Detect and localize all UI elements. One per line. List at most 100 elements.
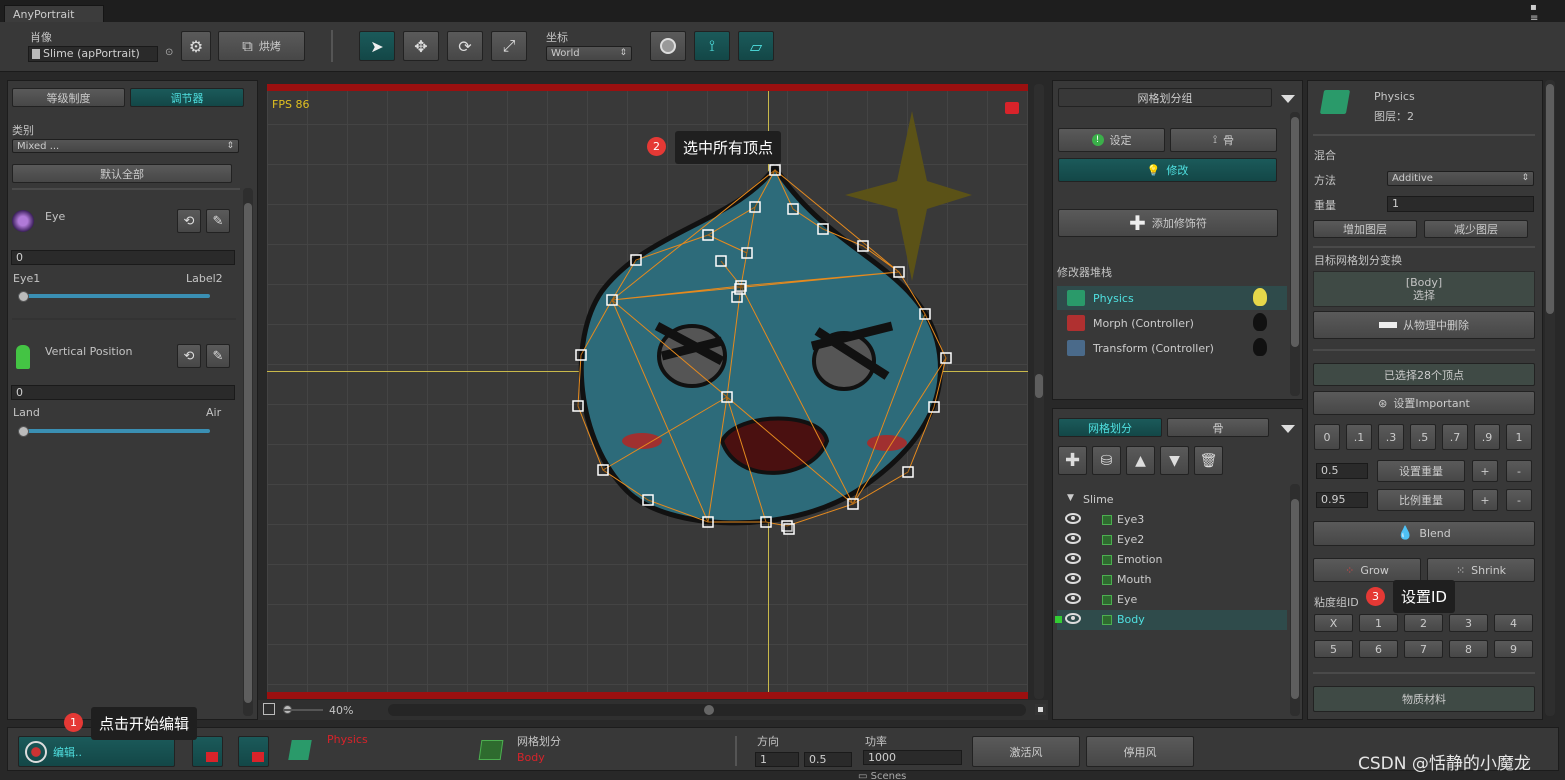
eye-visibility-icon[interactable] xyxy=(1065,593,1081,604)
vertex-handle[interactable] xyxy=(919,308,931,320)
vertex-handle[interactable] xyxy=(575,349,587,361)
controller-vertical-edit-button[interactable]: ✎ xyxy=(206,344,230,368)
window-menu-icon[interactable]: ▪ ≡ xyxy=(1530,2,1538,24)
weight-preset-3[interactable]: .3 xyxy=(1378,424,1404,450)
weight-preset-9[interactable]: .9 xyxy=(1474,424,1500,450)
add-mesh-button[interactable]: ✚ xyxy=(1058,446,1087,475)
vertex-handle[interactable] xyxy=(702,516,714,528)
vertex-handle[interactable] xyxy=(783,523,795,535)
edit-button[interactable]: 编辑.. xyxy=(18,736,175,767)
vertex-handle[interactable] xyxy=(893,266,905,278)
add-layer-button[interactable]: 增加图层 xyxy=(1313,220,1417,238)
mesh-list-collapse-icon[interactable] xyxy=(1281,425,1295,433)
vertex-handle[interactable] xyxy=(715,255,727,267)
weight-preset-7[interactable]: .7 xyxy=(1442,424,1468,450)
ratio-weight-field[interactable]: 0.95 xyxy=(1316,492,1368,508)
vertex-handle[interactable] xyxy=(847,498,859,510)
target-transform-box[interactable]: [Body] 选择 xyxy=(1313,271,1535,307)
tree-item-eye2[interactable]: Eye2 xyxy=(1057,530,1287,550)
viewport-vscroll-thumb[interactable] xyxy=(1035,374,1043,398)
left-scrollbar[interactable] xyxy=(243,188,253,716)
inspector-scrollbar-thumb[interactable] xyxy=(1546,84,1554,314)
add-modifier-button[interactable]: ✚ 添加修饰符 xyxy=(1058,209,1278,237)
move-up-button[interactable]: ▲ xyxy=(1126,446,1155,475)
modifier-row-transform[interactable]: Transform (Controller) xyxy=(1057,336,1287,360)
scenes-folder[interactable]: ▭ Scenes xyxy=(858,772,906,780)
vertex-handle[interactable] xyxy=(902,466,914,478)
vertex-handle[interactable] xyxy=(741,247,753,259)
viewport-vscroll[interactable] xyxy=(1034,84,1044,699)
weight-preset-5[interactable]: .5 xyxy=(1410,424,1436,450)
viscosity-id-2[interactable]: 2 xyxy=(1404,614,1443,632)
portrait-picker-icon[interactable]: ⊙ xyxy=(165,47,173,58)
viewport-hscroll[interactable] xyxy=(388,704,1026,716)
set-important-button[interactable]: ⊛ 设置Important xyxy=(1313,391,1535,415)
set-weight-field[interactable]: 0.5 xyxy=(1316,463,1368,479)
weight-preset-0[interactable]: 0 xyxy=(1314,424,1340,450)
mesh-group-collapse-icon[interactable] xyxy=(1281,95,1295,103)
vertex-handle[interactable] xyxy=(702,229,714,241)
modifier-row-physics[interactable]: Physics xyxy=(1057,286,1287,310)
tab-mesh[interactable]: 网格划分 xyxy=(1058,418,1162,437)
material-button[interactable]: 物质材料 xyxy=(1313,686,1535,712)
eye-visibility-icon[interactable] xyxy=(1065,573,1081,584)
bulb-on-icon[interactable] xyxy=(1253,288,1267,306)
bake-button[interactable]: ⧉ 烘烤 xyxy=(218,31,305,61)
eye-visibility-icon[interactable] xyxy=(1065,613,1081,624)
scale-tool-button[interactable]: ⤢ xyxy=(491,31,527,61)
vertex-handle[interactable] xyxy=(572,400,584,412)
vertex-handle[interactable] xyxy=(769,164,781,176)
viewport-hscroll-thumb[interactable] xyxy=(704,705,714,715)
mesh-visibility-button[interactable]: ▱ xyxy=(738,31,774,61)
method-select[interactable]: Additive xyxy=(1387,171,1534,186)
bulb-off-icon[interactable] xyxy=(1253,313,1267,331)
set-weight-plus-button[interactable]: + xyxy=(1472,460,1498,482)
set-weight-minus-button[interactable]: - xyxy=(1506,460,1532,482)
grow-button[interactable]: ⁘ Grow xyxy=(1313,558,1421,582)
vertex-handle[interactable] xyxy=(734,283,746,295)
settings-button[interactable]: ⚙ xyxy=(181,31,211,61)
viscosity-id-9[interactable]: 9 xyxy=(1494,640,1533,658)
controller-eye-slider[interactable] xyxy=(18,294,210,298)
controller-vertical-slider[interactable] xyxy=(18,429,210,433)
set-weight-button[interactable]: 设置重量 xyxy=(1377,460,1465,482)
tree-root[interactable]: ▼ Slime xyxy=(1057,490,1287,510)
zoom-slider[interactable] xyxy=(283,709,323,711)
direction-y-field[interactable]: 0.5 xyxy=(804,752,852,767)
ratio-weight-minus-button[interactable]: - xyxy=(1506,489,1532,511)
settings-tab-button[interactable]: ! 设定 xyxy=(1058,128,1165,152)
activate-wind-button[interactable]: 激活风 xyxy=(972,736,1080,767)
controller-vertical-slider-knob[interactable] xyxy=(18,426,29,437)
remove-layer-button[interactable]: 减少图层 xyxy=(1424,220,1528,238)
viewport-corner-icon[interactable] xyxy=(1035,704,1046,715)
tree-item-emotion[interactable]: Emotion xyxy=(1057,550,1287,570)
viewport[interactable]: FPS 86 xyxy=(267,84,1028,699)
viscosity-id-7[interactable]: 7 xyxy=(1404,640,1443,658)
tab-hierarchy[interactable]: 等级制度 xyxy=(12,88,125,107)
deactivate-wind-button[interactable]: 停用风 xyxy=(1086,736,1194,767)
mesh-group-scrollbar-thumb[interactable] xyxy=(1291,117,1299,347)
eye-visibility-icon[interactable] xyxy=(1065,533,1081,544)
duplicate-mesh-button[interactable]: ⛁ xyxy=(1092,446,1121,475)
move-down-button[interactable]: ▼ xyxy=(1160,446,1189,475)
vertex-handle[interactable] xyxy=(749,201,761,213)
viscosity-id-x[interactable]: X xyxy=(1314,614,1353,632)
coord-select[interactable]: World xyxy=(546,46,632,61)
onion-toggle-button[interactable] xyxy=(650,31,686,61)
tree-item-mouth[interactable]: Mouth xyxy=(1057,570,1287,590)
vertex-handle[interactable] xyxy=(928,401,940,413)
controller-eye-value[interactable]: 0 xyxy=(11,250,235,265)
viscosity-id-4[interactable]: 4 xyxy=(1494,614,1533,632)
inspector-scrollbar[interactable] xyxy=(1545,80,1555,716)
eye-visibility-icon[interactable] xyxy=(1065,513,1081,524)
vertex-handle[interactable] xyxy=(787,203,799,215)
power-field[interactable]: 1000 xyxy=(863,750,962,765)
viscosity-id-3[interactable]: 3 xyxy=(1449,614,1488,632)
controller-eye-edit-button[interactable]: ✎ xyxy=(206,209,230,233)
category-select[interactable]: Mixed ... xyxy=(12,139,239,153)
tab-bone[interactable]: 骨 xyxy=(1167,418,1269,437)
tree-item-body[interactable]: Body xyxy=(1055,610,1287,630)
weight-preset-10[interactable]: 1 xyxy=(1506,424,1532,450)
move-tool-button[interactable]: ✥ xyxy=(403,31,439,61)
viscosity-id-6[interactable]: 6 xyxy=(1359,640,1398,658)
